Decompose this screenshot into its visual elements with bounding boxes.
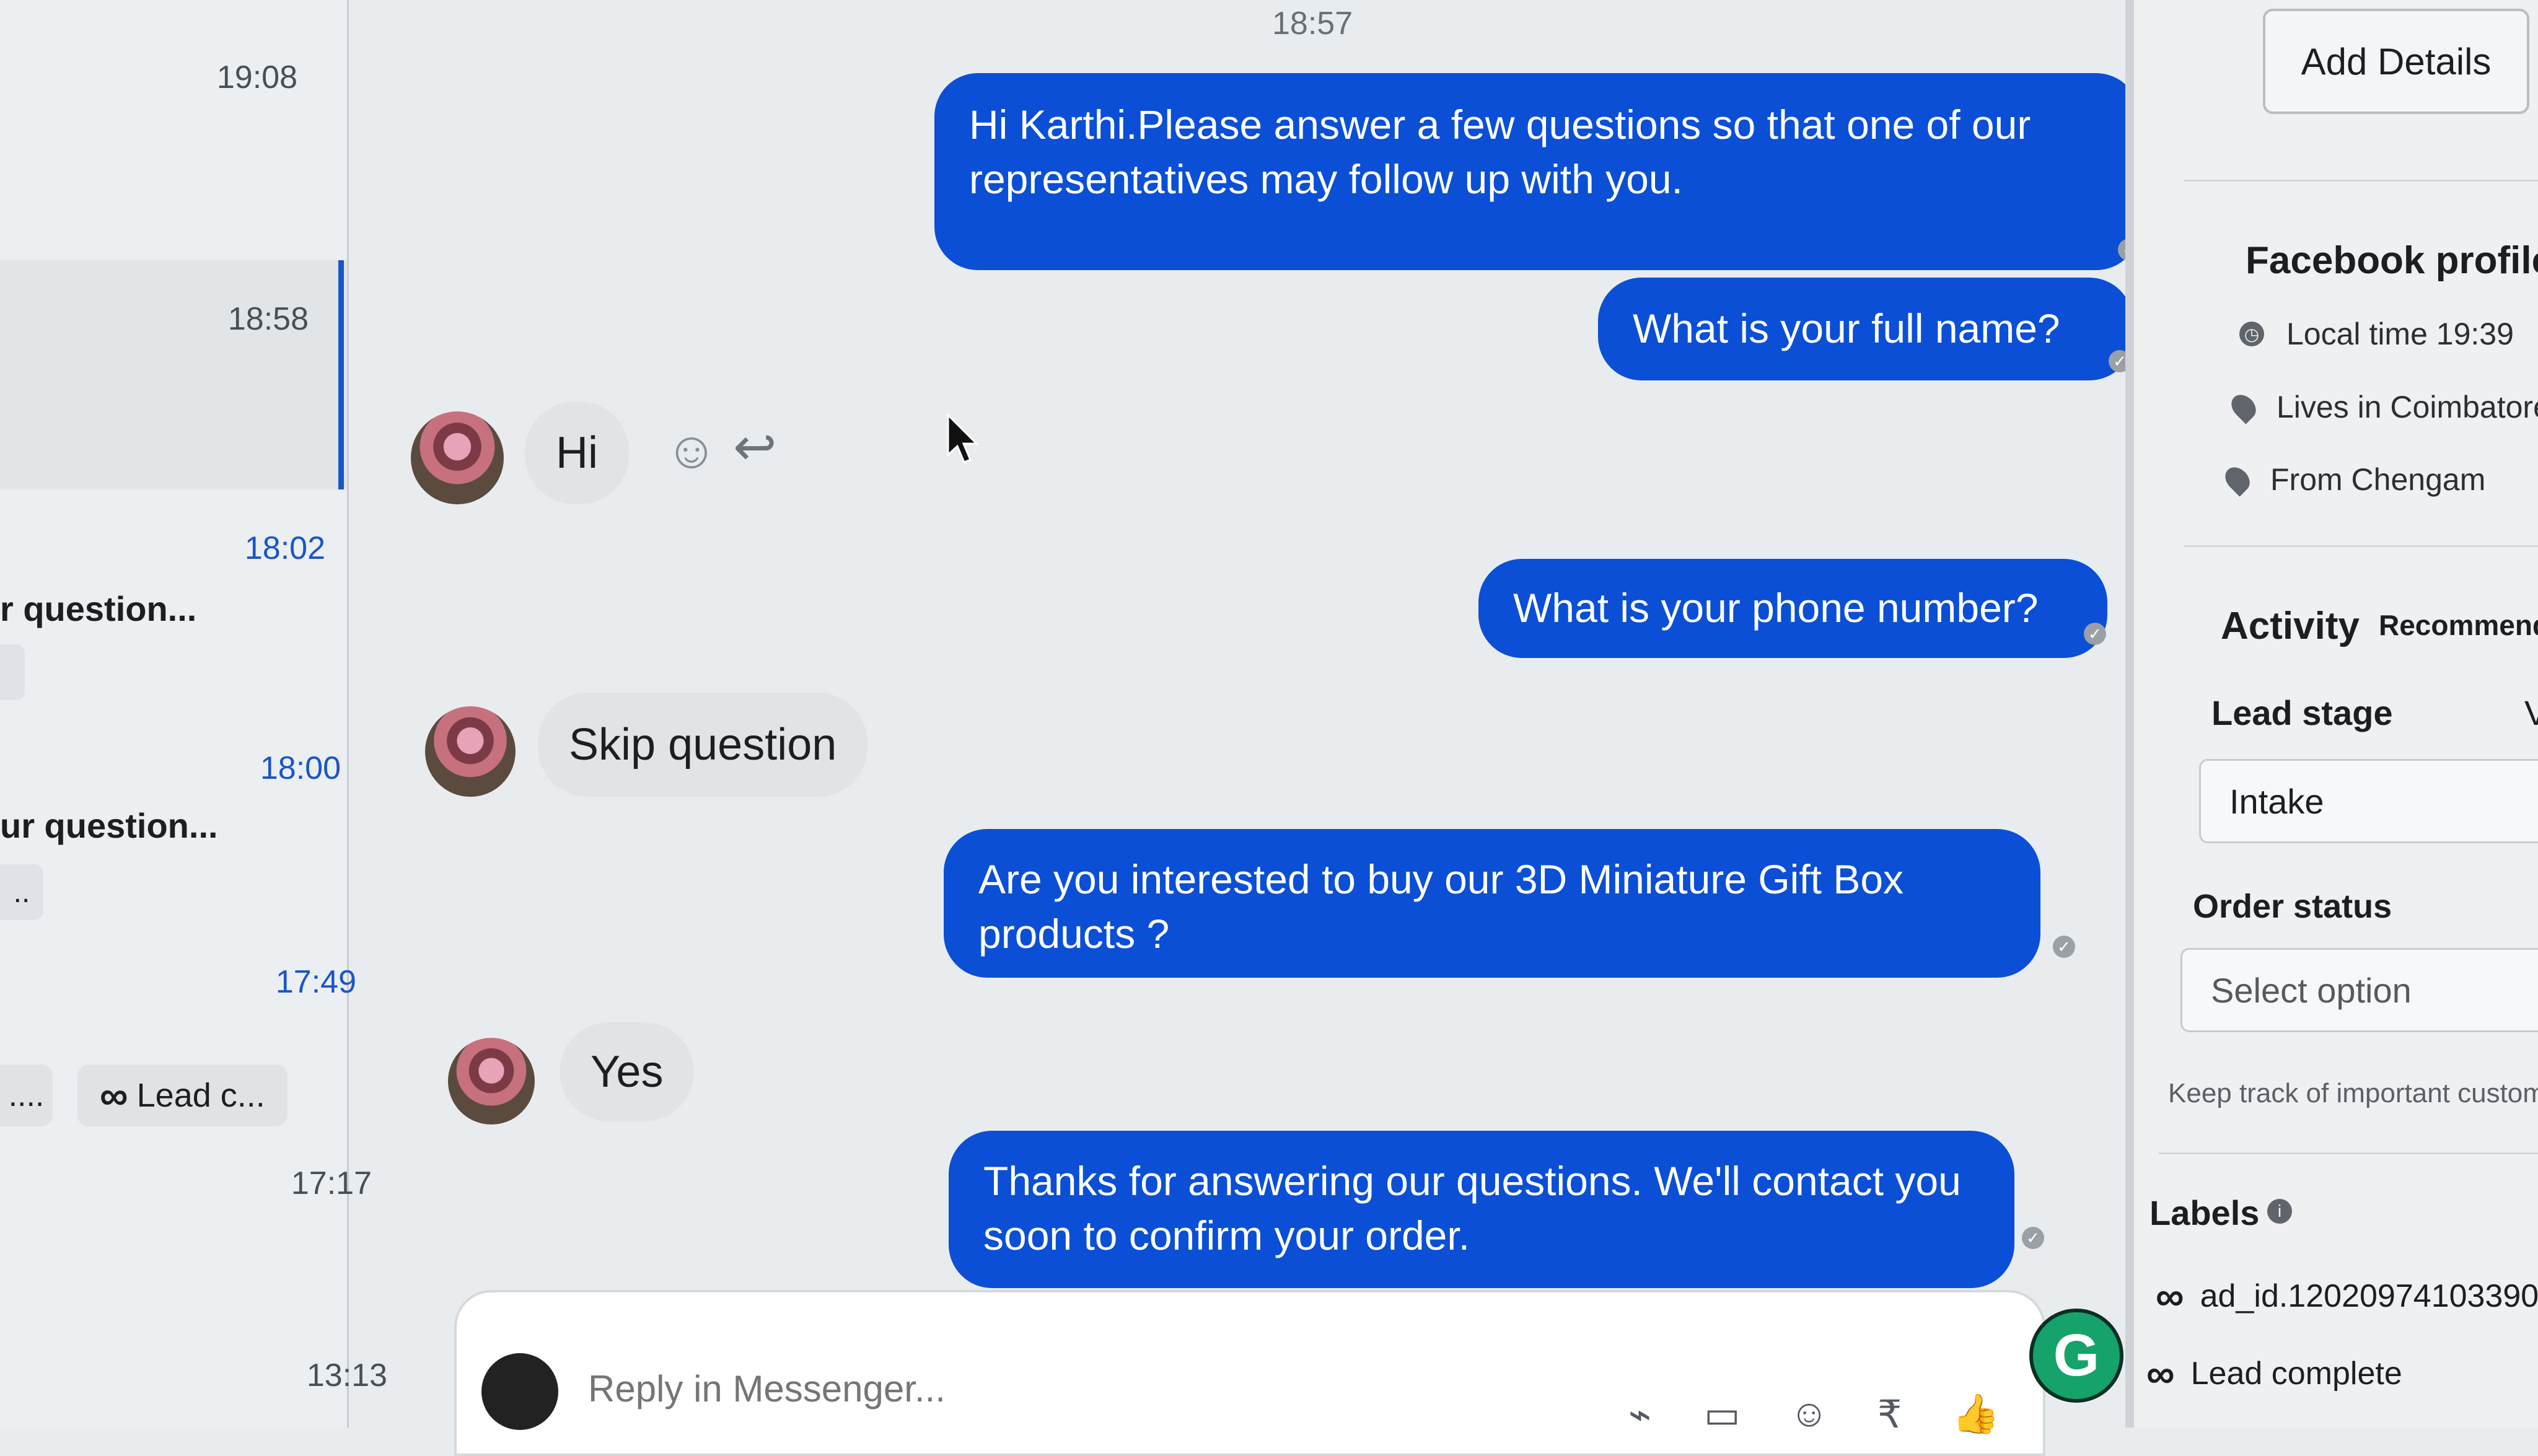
lead-stage-view-link[interactable]: V — [2524, 693, 2538, 733]
facebook-profile-title: Facebook profile — [2246, 239, 2538, 282]
seen-check-icon: ✓ — [2084, 623, 2106, 645]
conversation-preview: ur question... — [0, 806, 218, 845]
info-icon[interactable]: i — [2267, 1199, 2292, 1224]
label-text: ad_id.120209741033900 — [2200, 1278, 2538, 1314]
message-outgoing[interactable]: Are you interested to buy our 3D Miniatu… — [944, 829, 2040, 978]
seen-check-icon: ✓ — [2022, 1227, 2044, 1249]
selected-conversation-highlight[interactable] — [0, 260, 347, 489]
reply-input[interactable] — [587, 1367, 1581, 1411]
conversation-time: 18:58 — [227, 301, 309, 337]
divider — [2184, 545, 2538, 547]
local-time: Local time 19:39 — [2286, 317, 2514, 351]
message-incoming[interactable]: Hi — [525, 401, 629, 504]
conversation-time: 17:49 — [275, 964, 356, 1000]
payment-icon[interactable]: ₹ — [1877, 1392, 1902, 1437]
conversation-time: 19:08 — [216, 59, 297, 95]
lives-in: Lives in Coimbatore — [2277, 390, 2538, 424]
selected-indicator — [338, 260, 344, 489]
add-details-button[interactable]: Add Details — [2263, 9, 2529, 114]
label-text: Lead complete — [2190, 1356, 2402, 1392]
message-outgoing[interactable]: What is your full name? — [1598, 278, 2133, 380]
local-time-row: ◷ Local time 19:39 — [2239, 316, 2514, 352]
gif-icon[interactable]: ▭ — [1704, 1392, 1741, 1437]
customer-avatar — [448, 1038, 535, 1125]
page-avatar — [481, 1353, 558, 1430]
conversation-preview: r question... — [0, 589, 197, 628]
smile-icon[interactable]: ☺ — [665, 420, 718, 480]
lives-in-row: Lives in Coimbatore — [2226, 389, 2538, 425]
order-status-title: Order status — [2193, 888, 2392, 925]
label-item[interactable]: ∞ Lead complete — [2146, 1351, 2402, 1397]
location-pin-icon — [2220, 462, 2255, 497]
label-item[interactable]: ∞ ad_id.120209741033900 — [2156, 1273, 2538, 1319]
meta-icon: ∞ — [2156, 1274, 2184, 1318]
thumbs-up-icon[interactable]: 👍 — [1952, 1392, 2000, 1437]
date-separator: 18:57 — [1272, 6, 1353, 42]
meta-icon: ∞ — [2146, 1351, 2175, 1396]
tab-recommended[interactable]: Recommend — [2379, 608, 2538, 642]
seen-check-icon: ✓ — [2053, 936, 2075, 958]
order-status-select[interactable]: Select option — [2180, 948, 2538, 1032]
message-incoming[interactable]: Yes — [560, 1022, 695, 1121]
attachment-icon[interactable]: ⌁ — [1628, 1392, 1651, 1437]
meta-icon: ∞ — [100, 1073, 128, 1118]
conversation-stub: .. — [0, 864, 43, 920]
divider — [2159, 1152, 2538, 1154]
from-row: From Chengam — [2220, 462, 2486, 498]
lead-chip-label: Lead c... — [136, 1077, 265, 1114]
lead-stage-select[interactable]: Intake — [2199, 759, 2538, 843]
lead-label-chip[interactable]: ∞ Lead c... — [77, 1064, 288, 1126]
conversation-list: 19:08 18:58 18:02 r question... 18:00 ur… — [0, 0, 387, 1427]
message-outgoing[interactable]: Hi Karthi.Please answer a few questions … — [934, 73, 2140, 270]
customer-avatar — [411, 411, 504, 504]
conversation-time: 18:02 — [244, 530, 325, 566]
customer-avatar — [425, 706, 516, 797]
reply-arrow-icon[interactable]: ↩ — [733, 416, 776, 477]
grammarly-icon[interactable]: G — [2029, 1309, 2123, 1403]
location-pin-icon — [2226, 390, 2261, 424]
activity-title: Activity — [2221, 605, 2360, 647]
clock-icon: ◷ — [2239, 322, 2264, 346]
lead-stage-title: Lead stage — [2211, 693, 2393, 732]
keep-track-hint: Keep track of important custom — [2168, 1078, 2538, 1108]
message-outgoing[interactable]: What is your phone number? — [1478, 559, 2107, 658]
conversation-stub: .... — [0, 1064, 53, 1126]
chat-thread: 18:57 Hi Karthi.Please answer a few ques… — [349, 0, 2202, 1427]
divider — [2184, 180, 2538, 182]
conversation-stub — [0, 644, 25, 700]
emoji-icon[interactable]: ☺ — [1789, 1392, 1829, 1436]
message-incoming[interactable]: Skip question — [538, 693, 868, 797]
message-outgoing[interactable]: Thanks for answering our questions. We'l… — [949, 1131, 2014, 1288]
details-panel: Add Details Facebook profile ◷ Local tim… — [2125, 0, 2538, 1427]
mouse-cursor-icon — [947, 414, 979, 463]
conversation-time: 18:00 — [260, 750, 341, 786]
from: From Chengam — [2270, 462, 2486, 497]
labels-title: Labels — [2149, 1193, 2260, 1232]
